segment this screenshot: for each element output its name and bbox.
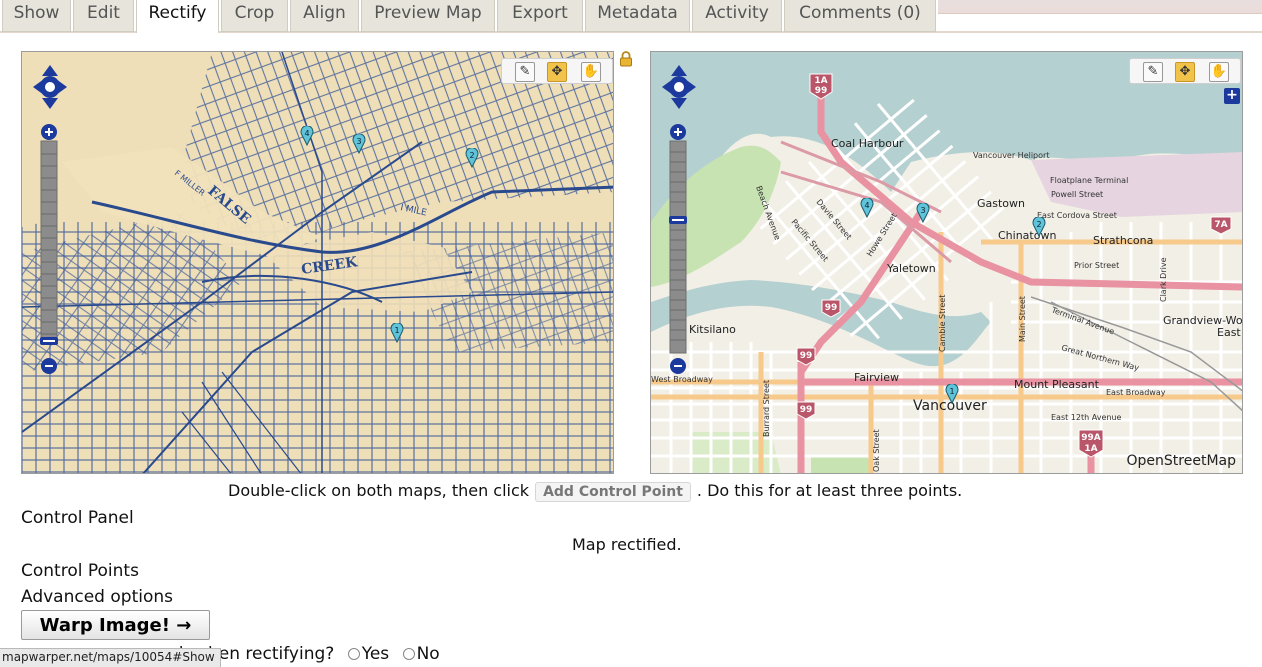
warp-image-button[interactable]: Warp Image! →	[21, 610, 210, 640]
control-point-pin-2[interactable]: 2	[465, 148, 479, 168]
map-label: Burrard Street	[762, 380, 771, 437]
pan-hand-tool-icon[interactable]: ✋	[581, 62, 601, 82]
map-label: East Cordova Street	[1037, 211, 1117, 220]
map-label: Main Street	[1018, 296, 1027, 342]
svg-text:3: 3	[356, 137, 361, 146]
map-label: Coal Harbour	[831, 137, 904, 150]
pan-zoom-control[interactable]	[32, 64, 68, 384]
zoom-out-icon[interactable]	[670, 358, 686, 374]
lock-icon[interactable]	[619, 51, 633, 67]
svg-text:1A: 1A	[814, 76, 827, 86]
map-label: Vancouver Heliport	[973, 151, 1049, 160]
svg-text:99A: 99A	[1081, 433, 1101, 443]
map-label: Oak Street	[872, 429, 881, 472]
add-point-tool-icon[interactable]: ✎	[515, 62, 535, 82]
control-point-pin-4[interactable]: 4	[300, 126, 314, 146]
control-point-pin-1[interactable]: 1	[945, 384, 959, 404]
svg-text:1A: 1A	[1084, 444, 1097, 454]
map-label: East 12th Avenue	[1051, 413, 1122, 422]
status-message: Map rectified.	[572, 535, 682, 554]
tab-bar-background	[938, 0, 1262, 14]
pan-arrows[interactable]	[33, 65, 67, 109]
tab-activity[interactable]: Activity	[692, 0, 782, 32]
tab-bar: Show Edit Rectify Crop Align Preview Map…	[0, 0, 1262, 33]
control-point-pin-4[interactable]: 4	[860, 198, 874, 218]
map-label: Clark Drive	[1159, 257, 1168, 302]
status-bar-url: mapwarper.net/maps/10054#Show	[0, 648, 221, 667]
svg-text:1: 1	[949, 387, 954, 396]
svg-text:99: 99	[815, 86, 828, 96]
svg-text:99: 99	[800, 351, 813, 361]
map-label: Gastown	[977, 197, 1025, 210]
tab-preview-map[interactable]: Preview Map	[361, 0, 495, 32]
mask-no-radio[interactable]	[402, 648, 415, 660]
map-label: Mount Pleasant	[1014, 378, 1100, 391]
mask-yes-radio[interactable]	[347, 648, 360, 660]
scanned-map-image: FALSE CREEK F MILLER I MILE	[22, 52, 613, 473]
zoom-bar[interactable]	[40, 140, 58, 344]
tab-align[interactable]: Align	[290, 0, 359, 32]
control-point-pin-2[interactable]: 2	[1032, 217, 1046, 237]
control-point-pin-3[interactable]: 3	[352, 134, 366, 154]
svg-text:3: 3	[920, 206, 925, 215]
map-attribution: OpenStreetMap	[1126, 453, 1236, 469]
rectify-instructions: Double-click on both maps, then click Add…	[228, 481, 962, 502]
tab-rectify[interactable]: Rectify	[136, 0, 219, 33]
pan-arrows[interactable]	[662, 65, 696, 109]
svg-text:7A: 7A	[1214, 220, 1227, 230]
svg-text:99: 99	[800, 405, 813, 415]
map-label: Yaletown	[886, 262, 936, 275]
instruction-text: Double-click on both maps, then click	[228, 481, 530, 500]
map-label: Cambie Street	[938, 295, 947, 352]
map-label: Powell Street	[1051, 190, 1103, 199]
zoom-bar[interactable]	[669, 140, 687, 354]
tab-crop[interactable]: Crop	[221, 0, 288, 32]
map-label: Fairview	[854, 371, 899, 384]
tab-comments[interactable]: Comments (0)	[784, 0, 936, 32]
mask-yes-label[interactable]: Yes	[362, 644, 389, 664]
control-points-toggle[interactable]: Control Points	[21, 561, 139, 581]
tab-metadata[interactable]: Metadata	[585, 0, 690, 32]
map-toolbox: ✎ ✥ ✋	[501, 58, 613, 84]
map-label: Floatplane Terminal	[1050, 176, 1128, 185]
map-label: East 1s	[1217, 326, 1243, 339]
map-label: East Broadway	[1106, 388, 1166, 397]
control-point-pin-1[interactable]: 1	[390, 323, 404, 343]
move-point-tool-icon[interactable]: ✥	[547, 62, 567, 82]
tab-edit[interactable]: Edit	[73, 0, 134, 32]
zoom-out-icon[interactable]	[41, 358, 57, 374]
instruction-text: . Do this for at least three points.	[696, 481, 963, 500]
mask-no-label[interactable]: No	[417, 644, 440, 664]
control-panel-toggle[interactable]: Control Panel	[21, 508, 134, 528]
svg-text:4: 4	[864, 201, 869, 210]
reference-map-viewer[interactable]: Floatplane Terminal Vancouver Heliport W…	[650, 51, 1243, 474]
pan-hand-tool-icon[interactable]: ✋	[1209, 62, 1229, 82]
tab-export[interactable]: Export	[497, 0, 583, 32]
layer-switcher-expand-icon[interactable]: +	[1224, 88, 1240, 104]
add-point-tool-icon[interactable]: ✎	[1143, 62, 1163, 82]
openstreetmap-tiles: Floatplane Terminal Vancouver Heliport W…	[651, 52, 1243, 473]
svg-text:99: 99	[825, 303, 838, 313]
add-control-point-button[interactable]: Add Control Point	[535, 482, 691, 502]
pan-zoom-control[interactable]	[661, 64, 697, 384]
svg-text:2: 2	[1036, 220, 1041, 229]
move-point-tool-icon[interactable]: ✥	[1175, 62, 1195, 82]
map-label: Strathcona	[1093, 234, 1153, 247]
svg-text:1: 1	[394, 326, 399, 335]
map-toolbox: ✎ ✥ ✋	[1129, 58, 1241, 84]
map-label: Prior Street	[1074, 261, 1119, 270]
advanced-options-toggle[interactable]: Advanced options	[21, 587, 173, 607]
zoom-in-icon[interactable]	[670, 124, 686, 140]
svg-text:2: 2	[469, 151, 474, 160]
source-map-viewer[interactable]: FALSE CREEK F MILLER I MILE 1 2 3 4 ✎ ✥ …	[21, 51, 614, 474]
map-label: Chinatown	[998, 229, 1056, 242]
zoom-in-icon[interactable]	[41, 124, 57, 140]
control-point-pin-3[interactable]: 3	[916, 203, 930, 223]
svg-text:4: 4	[304, 129, 309, 138]
tab-show[interactable]: Show	[2, 0, 71, 32]
